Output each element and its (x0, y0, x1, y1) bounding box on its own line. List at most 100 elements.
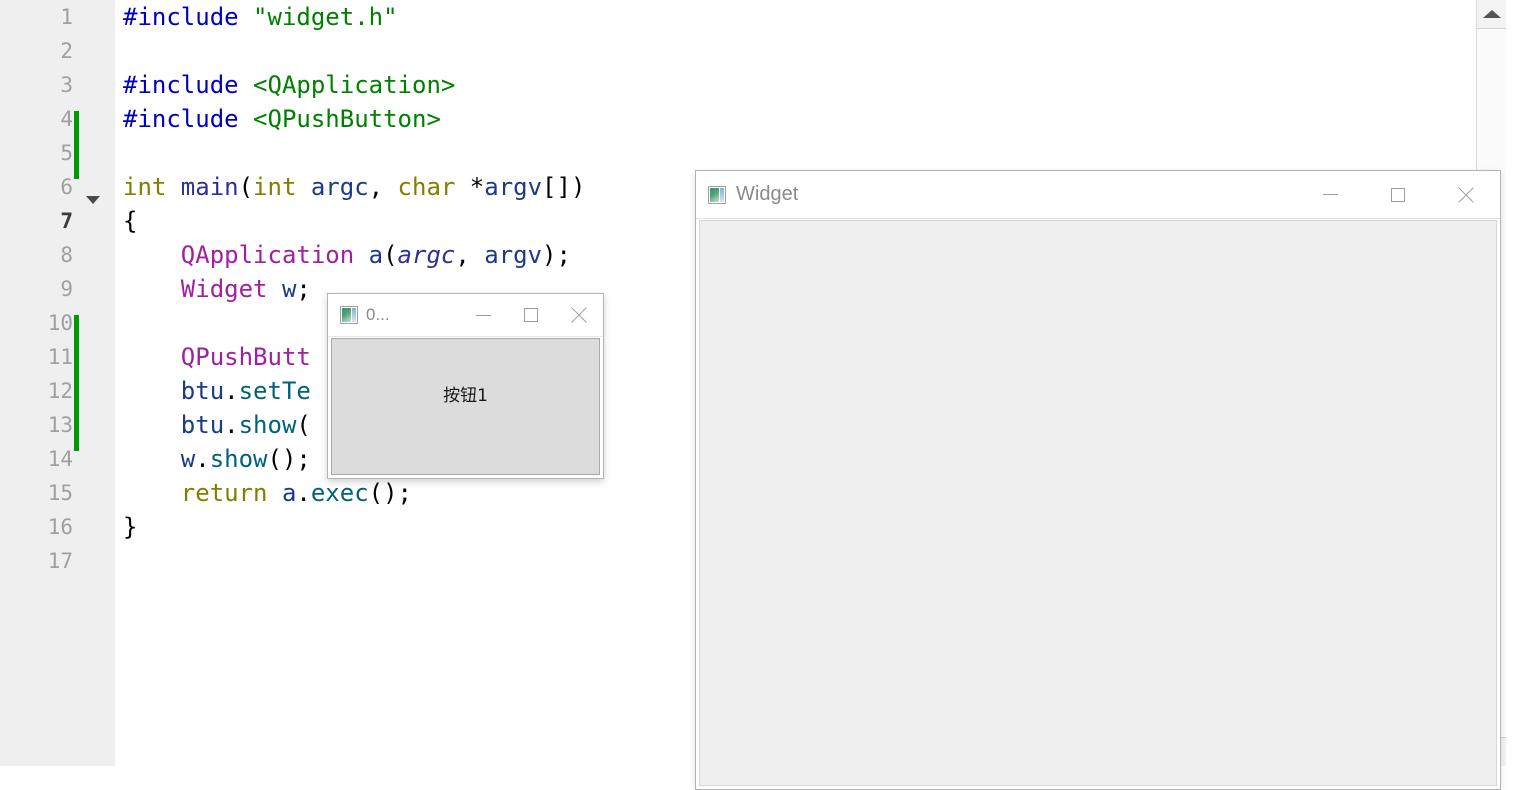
qt-app-icon (340, 306, 358, 324)
code-line-2[interactable] (115, 34, 1506, 68)
gutter-line-4: 4 (0, 102, 115, 136)
line-number: 11 (47, 345, 73, 369)
code-token: * (469, 173, 485, 201)
code-token: ( (238, 173, 254, 201)
push-button-window-titlebar[interactable]: 0... (328, 294, 603, 337)
code-token: char (397, 173, 470, 201)
code-token: (); (368, 479, 413, 507)
code-token: argc (397, 241, 456, 269)
line-number: 8 (60, 243, 73, 267)
code-token: QApplication (180, 241, 355, 269)
gutter-line-13: 13 (0, 408, 115, 442)
code-token: btu (180, 411, 225, 439)
push-button-window-maximize-button[interactable] (507, 294, 555, 336)
widget-window[interactable]: Widget (695, 170, 1501, 790)
line-number: 13 (47, 413, 73, 437)
gutter-line-16: 16 (0, 510, 115, 544)
code-token: #include (123, 3, 254, 31)
gutter-line-9: 9 (0, 272, 115, 306)
code-token: . (296, 479, 311, 507)
push-button-window-minimize-button[interactable] (459, 294, 507, 336)
code-token: main (180, 173, 239, 201)
line-number: 9 (60, 277, 73, 301)
code-line-3[interactable]: #include <QApplication> (115, 68, 1506, 102)
line-number: 10 (47, 311, 73, 335)
gutter-line-14: 14 (0, 442, 115, 476)
line-number: 16 (47, 515, 73, 539)
code-line-1[interactable]: #include "widget.h" (115, 0, 1506, 34)
gutter-line-15: 15 (0, 476, 115, 510)
code-token: argc (310, 173, 369, 201)
code-token: . (224, 411, 239, 439)
code-token: QPushButt (180, 343, 311, 371)
code-token: return (180, 479, 282, 507)
line-number: 12 (47, 379, 73, 403)
qt-app-icon (708, 185, 726, 204)
widget-close-button[interactable] (1432, 171, 1500, 218)
code-token: w (180, 445, 196, 473)
scrollbar-up-button[interactable] (1477, 0, 1506, 29)
code-line-5[interactable] (115, 136, 1506, 170)
code-token: ; (296, 275, 311, 303)
push-button-1[interactable]: 按钮1 (332, 339, 599, 474)
code-token: ( (296, 411, 311, 439)
line-number: 15 (47, 481, 73, 505)
code-line-4[interactable]: #include <QPushButton> (115, 102, 1506, 136)
triangle-up-icon (1482, 10, 1501, 18)
close-icon (571, 307, 587, 323)
maximize-icon (1391, 187, 1405, 202)
code-token: exec (310, 479, 369, 507)
code-token: ( (383, 241, 398, 269)
code-token: a (368, 241, 384, 269)
gutter-line-5: 5 (0, 136, 115, 170)
maximize-icon (524, 308, 538, 322)
widget-window-controls (1296, 171, 1500, 218)
code-token: argv (484, 241, 543, 269)
code-token: int (123, 173, 181, 201)
code-token: , (455, 241, 485, 269)
code-token: <QPushButton> (253, 105, 441, 133)
gutter-line-10: 10 (0, 306, 115, 340)
code-token: int (253, 173, 311, 201)
widget-window-title: Widget (736, 183, 799, 205)
line-number: 1 (60, 5, 73, 29)
line-number: 17 (47, 549, 73, 573)
push-button-window[interactable]: 0... 按钮1 (327, 293, 604, 479)
code-token: Widget (180, 275, 268, 303)
push-button-window-title: 0... (366, 305, 390, 324)
code-token: #include (123, 71, 254, 99)
editor-gutter[interactable]: 1 2 3 4 5 6 7 8 9 10 11 12 13 14 15 16 17 (0, 0, 115, 766)
gutter-line-6: 6 (0, 170, 115, 204)
widget-maximize-button[interactable] (1364, 171, 1432, 218)
line-number: 5 (60, 141, 73, 165)
code-token: { (123, 207, 138, 235)
code-token: []) (542, 173, 586, 201)
gutter-line-12: 12 (0, 374, 115, 408)
minimize-icon (1322, 194, 1338, 195)
line-number: 3 (60, 73, 73, 97)
minimize-icon (475, 314, 491, 316)
gutter-line-2: 2 (0, 34, 115, 68)
line-number: 7 (60, 209, 73, 233)
code-token: btu (180, 377, 225, 405)
widget-window-body (699, 220, 1497, 786)
widget-minimize-button[interactable] (1296, 171, 1364, 218)
line-number: 6 (60, 175, 73, 199)
code-token: w (281, 275, 297, 303)
push-button-window-close-button[interactable] (555, 294, 603, 336)
close-icon (1458, 187, 1474, 203)
line-number: 4 (60, 107, 73, 131)
widget-window-titlebar[interactable]: Widget (696, 171, 1500, 219)
gutter-line-3: 3 (0, 68, 115, 102)
code-token: , (368, 173, 398, 201)
code-token: setTe (238, 377, 311, 405)
code-token: #include (123, 105, 254, 133)
